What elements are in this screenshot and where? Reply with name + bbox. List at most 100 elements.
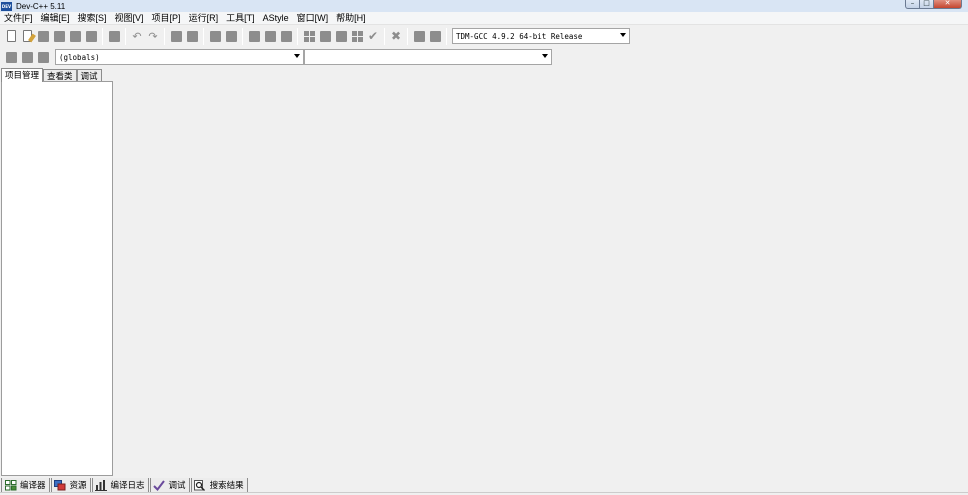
- menu-bar: 文件[F] 编辑[E] 搜索[S] 视图[V] 项目[P] 运行[R] 工具[T…: [0, 12, 968, 25]
- insert-icon: [5, 51, 17, 63]
- menu-view[interactable]: 视图[V]: [111, 12, 148, 25]
- app-icon: DEV: [1, 1, 12, 11]
- toolbar-separator: [446, 27, 447, 45]
- toolbar-separator: [384, 27, 385, 45]
- bottom-panel-tabs: 编译器 资源 编译日志 调试 搜索结果: [1, 478, 249, 493]
- tab-search-results-label: 搜索结果: [209, 480, 244, 490]
- chevron-down-icon[interactable]: [542, 54, 548, 58]
- class-browser-toolbar: (globals): [3, 47, 552, 67]
- new-project-button[interactable]: [301, 27, 317, 45]
- debug-check-icon: [153, 479, 166, 491]
- goto-line-button[interactable]: [207, 27, 223, 45]
- window-controls: – □ ✕: [905, 0, 962, 9]
- bookmark-icon: [280, 30, 292, 42]
- chevron-down-icon[interactable]: [620, 33, 626, 37]
- toolbar-separator: [102, 27, 103, 45]
- profile-button[interactable]: [427, 27, 443, 45]
- compile-button[interactable]: ✔: [365, 27, 381, 45]
- open-file-button[interactable]: [19, 27, 35, 45]
- maximize-button[interactable]: □: [920, 0, 934, 9]
- save-all-icon: [53, 30, 65, 42]
- insert-button[interactable]: [3, 48, 19, 66]
- new-file-button[interactable]: [3, 27, 19, 45]
- unindent-button[interactable]: [246, 27, 262, 45]
- close-file-button[interactable]: [67, 27, 83, 45]
- indent-icon: [225, 30, 237, 42]
- indent-button[interactable]: [223, 27, 239, 45]
- tab-compile-log[interactable]: 编译日志: [91, 478, 149, 493]
- toolbar-separator: [203, 27, 204, 45]
- replace-button[interactable]: [184, 27, 200, 45]
- toggle-comment-icon: [264, 30, 276, 42]
- close-icon: [69, 30, 81, 42]
- save-button[interactable]: [35, 27, 51, 45]
- compiler-icon: [4, 479, 17, 491]
- project-options-icon: [335, 30, 347, 42]
- new-file-icon: [6, 30, 16, 42]
- find-icon: [170, 30, 182, 42]
- compiler-select[interactable]: TDM-GCC 4.9.2 64-bit Release: [452, 28, 630, 44]
- close-all-button[interactable]: [83, 27, 99, 45]
- menu-astyle[interactable]: AStyle: [259, 12, 293, 25]
- redo-icon: ↷: [148, 29, 158, 43]
- redo-button[interactable]: ↷: [145, 27, 161, 45]
- title-bar: DEV Dev-C++ 5.11 – □ ✕: [0, 0, 968, 12]
- save-all-button[interactable]: [51, 27, 67, 45]
- find-button[interactable]: [168, 27, 184, 45]
- menu-search[interactable]: 搜索[S]: [74, 12, 111, 25]
- toggle-comment-button[interactable]: [262, 27, 278, 45]
- goto-line-icon: [209, 30, 221, 42]
- menu-project[interactable]: 项目[P]: [148, 12, 185, 25]
- search-results-icon: [194, 479, 207, 491]
- bookmark-button[interactable]: [278, 27, 294, 45]
- replace-icon: [186, 30, 198, 42]
- window-title: Dev-C++ 5.11: [16, 1, 66, 11]
- open-project-icon: [319, 30, 331, 42]
- tab-compile-log-label: 编译日志: [110, 480, 145, 490]
- compile-icon: ✔: [367, 29, 379, 43]
- tab-debug-output[interactable]: 调试: [149, 478, 190, 493]
- close-window-button[interactable]: ✕: [934, 0, 962, 9]
- minimize-button[interactable]: –: [905, 0, 920, 9]
- grid-button[interactable]: [349, 27, 365, 45]
- goto-bookmark-button[interactable]: [35, 48, 51, 66]
- profile-icon: [429, 30, 441, 42]
- tab-project-manager[interactable]: 项目管理: [1, 68, 44, 82]
- undo-button[interactable]: ↶: [129, 27, 145, 45]
- open-project-button[interactable]: [317, 27, 333, 45]
- menu-file[interactable]: 文件[F]: [0, 12, 37, 25]
- menu-run[interactable]: 运行[R]: [185, 12, 223, 25]
- chart-button[interactable]: [411, 27, 427, 45]
- save-icon: [37, 30, 49, 42]
- toolbar-separator: [297, 27, 298, 45]
- undo-icon: ↶: [132, 29, 142, 43]
- menu-window[interactable]: 窗口[W]: [293, 12, 333, 25]
- resources-icon: [54, 479, 67, 491]
- tab-search-results[interactable]: 搜索结果: [190, 478, 248, 493]
- goto-bookmark-icon: [37, 51, 49, 63]
- main-toolbar: ↶ ↷ ✔ ✖ TDM-GCC 4.9.2 64-bit Release: [3, 26, 630, 46]
- menu-tools[interactable]: 工具[T]: [222, 12, 259, 25]
- project-options-button[interactable]: [333, 27, 349, 45]
- toggle-bookmark-button[interactable]: [19, 48, 35, 66]
- scope-select[interactable]: [304, 49, 552, 65]
- print-icon: [108, 30, 120, 42]
- unindent-icon: [248, 30, 260, 42]
- stop-button[interactable]: ✖: [388, 27, 404, 45]
- close-all-icon: [85, 30, 97, 42]
- project-tree-panel[interactable]: [1, 81, 113, 476]
- tab-resources-label: 资源: [69, 480, 87, 490]
- globals-select[interactable]: (globals): [55, 49, 304, 65]
- tab-debug-output-label: 调试: [168, 480, 186, 490]
- tab-compiler[interactable]: 编译器: [1, 478, 50, 493]
- new-project-icon: [303, 30, 315, 42]
- grid-icon: [351, 30, 363, 42]
- menu-edit[interactable]: 编辑[E]: [37, 12, 74, 25]
- print-button[interactable]: [106, 27, 122, 45]
- chevron-down-icon[interactable]: [294, 54, 300, 58]
- compiler-select-value: TDM-GCC 4.9.2 64-bit Release: [456, 31, 583, 41]
- left-panel-tabs: 项目管理 查看类 调试: [1, 68, 102, 82]
- tab-resources[interactable]: 资源: [50, 478, 91, 493]
- menu-help[interactable]: 帮助[H]: [332, 12, 370, 25]
- globals-select-value: (globals): [59, 52, 100, 62]
